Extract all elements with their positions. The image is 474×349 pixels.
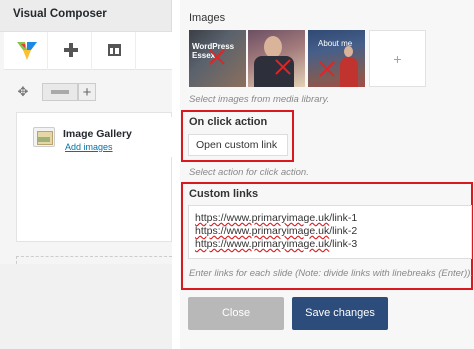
image-gallery-icon: [33, 127, 55, 147]
composer-title: Visual Composer: [0, 0, 171, 32]
composer-toolbar: [4, 32, 172, 70]
remove-image-icon[interactable]: [318, 60, 336, 78]
images-label: Images: [189, 12, 226, 24]
on-click-help-text: Select action for click action.: [189, 167, 309, 178]
on-click-label: On click action: [189, 116, 268, 128]
custom-links-textarea[interactable]: https://www.primaryimage.uk/link-1 https…: [188, 205, 472, 259]
column-layout-icon[interactable]: [42, 83, 78, 101]
vc-logo-button[interactable]: [4, 32, 48, 70]
custom-link-url: https://www.primaryimage.uk: [195, 212, 330, 224]
remove-image-icon[interactable]: [274, 58, 292, 76]
on-click-select[interactable]: Open custom link: [188, 134, 288, 156]
add-element-button[interactable]: [48, 32, 92, 70]
person-figure-body: [340, 57, 358, 87]
remove-image-icon[interactable]: [208, 48, 226, 66]
add-images-link[interactable]: Add images: [65, 142, 113, 152]
close-button[interactable]: Close: [188, 297, 284, 330]
plus-icon: [64, 43, 78, 57]
add-image-tile[interactable]: +: [369, 30, 426, 87]
custom-links-help-text: Enter links for each slide (Note: divide…: [189, 268, 474, 279]
screen: Visual Composer ✥ + Image Gallery Add im…: [0, 0, 474, 349]
custom-link-path: /link-2: [329, 225, 358, 237]
custom-link-line: https://www.primaryimage.uk/link-2: [195, 225, 465, 238]
add-image-plus: +: [393, 51, 402, 67]
images-help-text: Select images from media library.: [189, 94, 330, 105]
element-title: Image Gallery: [63, 128, 132, 140]
custom-link-line: https://www.primaryimage.uk/link-3: [195, 238, 465, 251]
visual-composer-panel: Visual Composer ✥ + Image Gallery Add im…: [0, 0, 173, 349]
row-add-icon[interactable]: +: [78, 83, 96, 101]
edit-panel-body: Images WordPress Essex About me + Select…: [180, 0, 474, 349]
edit-panel: Images WordPress Essex About me + Select…: [172, 0, 474, 349]
layout-icon: [108, 44, 121, 56]
image-gallery-element[interactable]: Image Gallery Add images: [23, 117, 173, 157]
custom-link-path: /link-3: [329, 238, 358, 250]
custom-link-path: /link-1: [329, 212, 358, 224]
image-thumbnail-2[interactable]: [248, 30, 305, 87]
row-container: Image Gallery Add images: [16, 112, 173, 242]
custom-link-line: https://www.primaryimage.uk/link-1: [195, 212, 465, 225]
row-controls: ✥ +: [14, 82, 96, 102]
save-changes-button[interactable]: Save changes: [292, 297, 388, 330]
move-icon[interactable]: ✥: [16, 85, 30, 99]
person-figure: [344, 46, 353, 57]
custom-links-label: Custom links: [189, 188, 259, 200]
visual-composer-logo-icon: [17, 42, 37, 60]
custom-link-url: https://www.primaryimage.uk: [195, 238, 330, 250]
custom-link-url: https://www.primaryimage.uk: [195, 225, 330, 237]
person-figure: [264, 36, 282, 58]
composer-canvas: ✥ + Image Gallery Add images: [0, 70, 173, 308]
image-thumbnail-1[interactable]: WordPress Essex: [189, 30, 246, 87]
composer-footer: [0, 264, 172, 349]
image-thumbnail-3[interactable]: About me: [308, 30, 365, 87]
templates-button[interactable]: [92, 32, 136, 70]
